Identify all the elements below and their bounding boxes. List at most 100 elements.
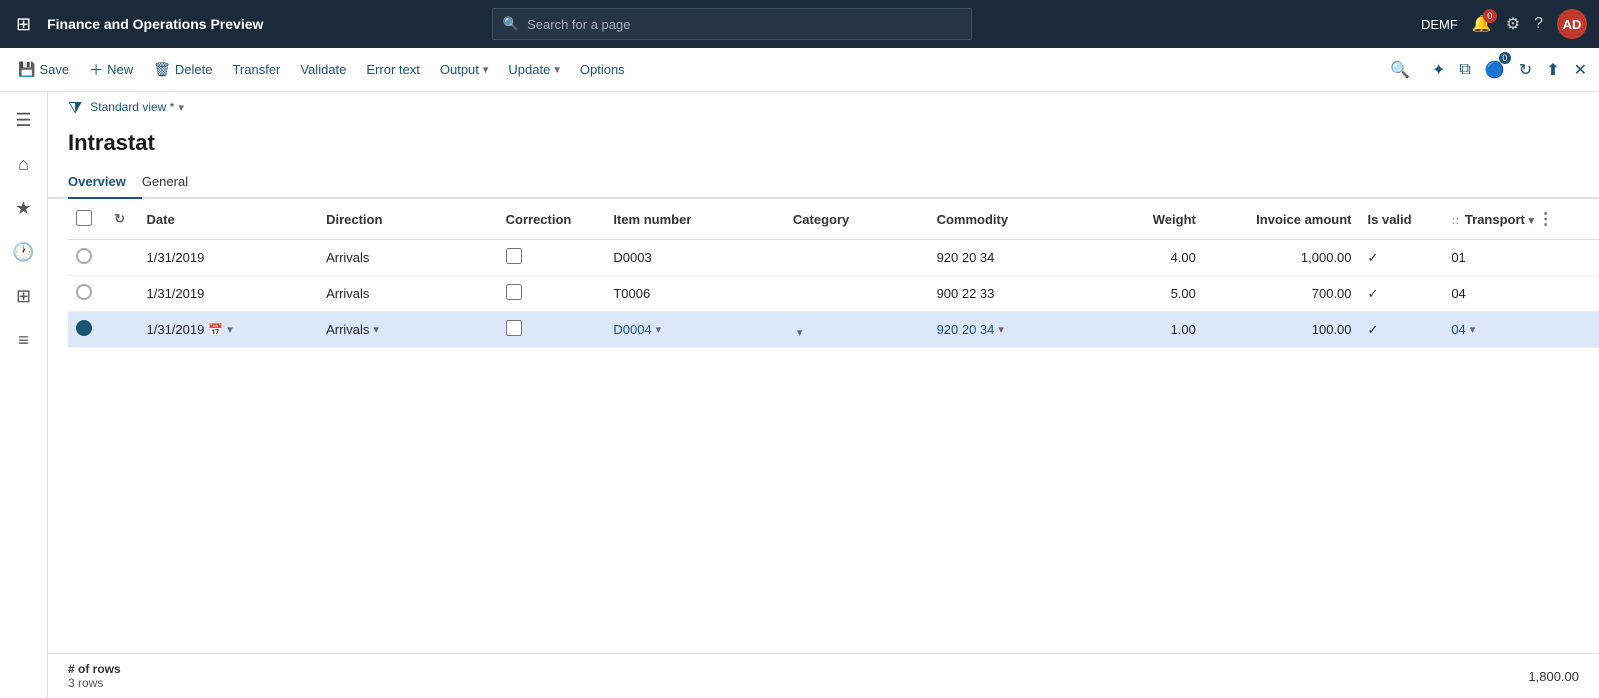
notification-button[interactable]: 🔔 0 [1472,14,1492,34]
toolbar-right-icons: ✦ ⧉ 🔵0 ↻ ⬆ ✕ [1428,56,1591,84]
view-chevron: ▾ [178,101,184,114]
view-selector[interactable]: Standard view * ▾ [90,100,184,114]
direction-dropdown[interactable]: Arrivals ▾ [326,322,379,337]
help-button[interactable]: ? [1534,15,1543,33]
row-direction-cell[interactable]: Arrivals ▾ [318,312,498,348]
transfer-button[interactable]: Transfer [222,56,290,83]
refresh-icon[interactable]: ↻ [1515,56,1536,84]
grid-icon[interactable]: ⊞ [12,10,35,39]
row-correction-cell[interactable] [498,240,606,276]
is-valid-header[interactable]: Is valid [1360,199,1444,240]
row-commodity-cell[interactable]: 920 20 34 ▾ [929,312,1097,348]
correction-checkbox[interactable] [506,320,522,336]
row-select-cell[interactable] [68,312,106,348]
correction-checkbox[interactable] [506,248,522,264]
sidebar-recent[interactable]: 🕐 [4,232,44,272]
badge-icon[interactable]: 🔵0 [1481,56,1509,84]
transport-chevron[interactable]: ▾ [1470,323,1476,336]
options-button[interactable]: Options [570,56,635,83]
settings-button[interactable]: ⚙ [1506,14,1520,34]
new-button[interactable]: ＋ New [79,54,143,86]
category-dropdown[interactable]: ▾ [793,326,803,339]
table-row[interactable]: 1/31/2019 📅 ▾ Arrivals ▾ [68,312,1599,348]
tab-overview[interactable]: Overview [68,166,142,199]
global-search[interactable]: 🔍 Search for a page [492,8,972,40]
footer-left: # of rows 3 rows [68,662,121,690]
table-row[interactable]: 1/31/2019 Arrivals T0006 900 22 33 5.00 … [68,276,1599,312]
row-transport-cell: 04 [1443,276,1599,312]
environment-label: DEMF [1421,17,1458,32]
table-row[interactable]: 1/31/2019 Arrivals D0003 920 20 34 4.00 … [68,240,1599,276]
row-radio[interactable] [76,248,92,264]
refresh-rows-icon[interactable]: ↻ [114,211,125,226]
calendar-icon[interactable]: 📅 [208,323,223,337]
update-button[interactable]: Update ▾ [498,56,569,83]
transport-dropdown[interactable]: 04 ▾ [1451,322,1475,337]
commodity-chevron[interactable]: ▾ [998,323,1004,336]
sidebar-favorites[interactable]: ★ [4,188,44,228]
weight-header[interactable]: Weight [1096,199,1204,240]
transport-value: 04 [1451,322,1465,337]
main-layout: ☰ ⌂ ★ 🕐 ⊞ ≡ ⧩ Standard view * ▾ Intrasta… [0,92,1599,698]
save-button[interactable]: 💾 Save [8,55,79,84]
personalize-icon[interactable]: ✦ [1428,56,1449,84]
correction-checkbox[interactable] [506,284,522,300]
main-content: ⧩ Standard view * ▾ Intrastat Overview G… [48,92,1599,698]
date-icon-header [294,199,318,240]
invoice-amount-header[interactable]: Invoice amount [1204,199,1360,240]
row-select-cell[interactable] [68,276,106,312]
sidebar-hamburger[interactable]: ☰ [4,100,44,140]
output-chevron: ▾ [483,63,489,76]
row-item-number-cell: T0006 [605,276,785,312]
sidebar-home[interactable]: ⌂ [4,144,44,184]
error-text-button[interactable]: Error text [356,56,429,83]
row-radio-selected[interactable] [76,320,92,336]
commodity-header[interactable]: Commodity [929,199,1097,240]
transport-header col-with-chevron[interactable]: :: Transport ▾ ⋮ [1443,199,1599,240]
output-button[interactable]: Output ▾ [430,56,499,83]
row-category-cell [785,276,929,312]
direction-chevron-icon[interactable]: ▾ [227,323,233,336]
close-icon[interactable]: ✕ [1570,56,1591,84]
date-dropdown[interactable]: 1/31/2019 📅 ▾ [147,322,233,337]
avatar[interactable]: AD [1557,9,1587,39]
row-status-cell [106,240,138,276]
open-new-icon[interactable]: ⬆ [1542,56,1563,84]
item-number-header[interactable]: Item number [605,199,785,240]
top-navigation: ⊞ Finance and Operations Preview 🔍 Searc… [0,0,1599,48]
direction-chevron[interactable]: ▾ [373,323,379,336]
item-number-chevron[interactable]: ▾ [656,323,662,336]
direction-header[interactable]: Direction [318,199,498,240]
toolbar-search-icon[interactable]: 🔍 [1380,60,1420,80]
transport-more-icon[interactable]: ⋮ [1538,211,1554,228]
sidebar-workspaces[interactable]: ⊞ [4,276,44,316]
direction-value: Arrivals [326,322,369,337]
row-weight-cell: 4.00 [1096,240,1204,276]
row-item-number-cell[interactable]: D0004 ▾ [605,312,785,348]
row-correction-cell[interactable] [498,276,606,312]
select-all-header[interactable] [68,199,106,240]
tab-general[interactable]: General [142,166,204,199]
sidebar-modules[interactable]: ≡ [4,320,44,360]
table-container: ↻ Date Direction Correction Item number … [48,199,1599,348]
row-select-cell[interactable] [68,240,106,276]
row-category-cell [785,240,929,276]
row-date-cell[interactable]: 1/31/2019 📅 ▾ [139,312,295,348]
select-all-checkbox[interactable] [76,210,92,226]
row-transport-cell[interactable]: 04 ▾ [1443,312,1599,348]
date-header[interactable]: Date [139,199,295,240]
correction-header[interactable]: Correction [498,199,606,240]
item-number-dropdown[interactable]: D0004 ▾ [613,322,661,337]
validate-button[interactable]: Validate [290,56,356,83]
category-chevron[interactable]: ▾ [797,326,803,339]
category-header[interactable]: Category [785,199,929,240]
col-drag-icon: :: [1451,213,1459,227]
row-category-cell[interactable]: ▾ [785,312,929,348]
filter-icon[interactable]: ⧩ [68,100,82,118]
columns-icon[interactable]: ⧉ [1455,57,1474,83]
commodity-dropdown[interactable]: 920 20 34 ▾ [937,322,1004,337]
delete-button[interactable]: 🗑 Delete [143,55,222,84]
sidebar: ☰ ⌂ ★ 🕐 ⊞ ≡ [0,92,48,698]
row-radio[interactable] [76,284,92,300]
row-correction-cell[interactable] [498,312,606,348]
